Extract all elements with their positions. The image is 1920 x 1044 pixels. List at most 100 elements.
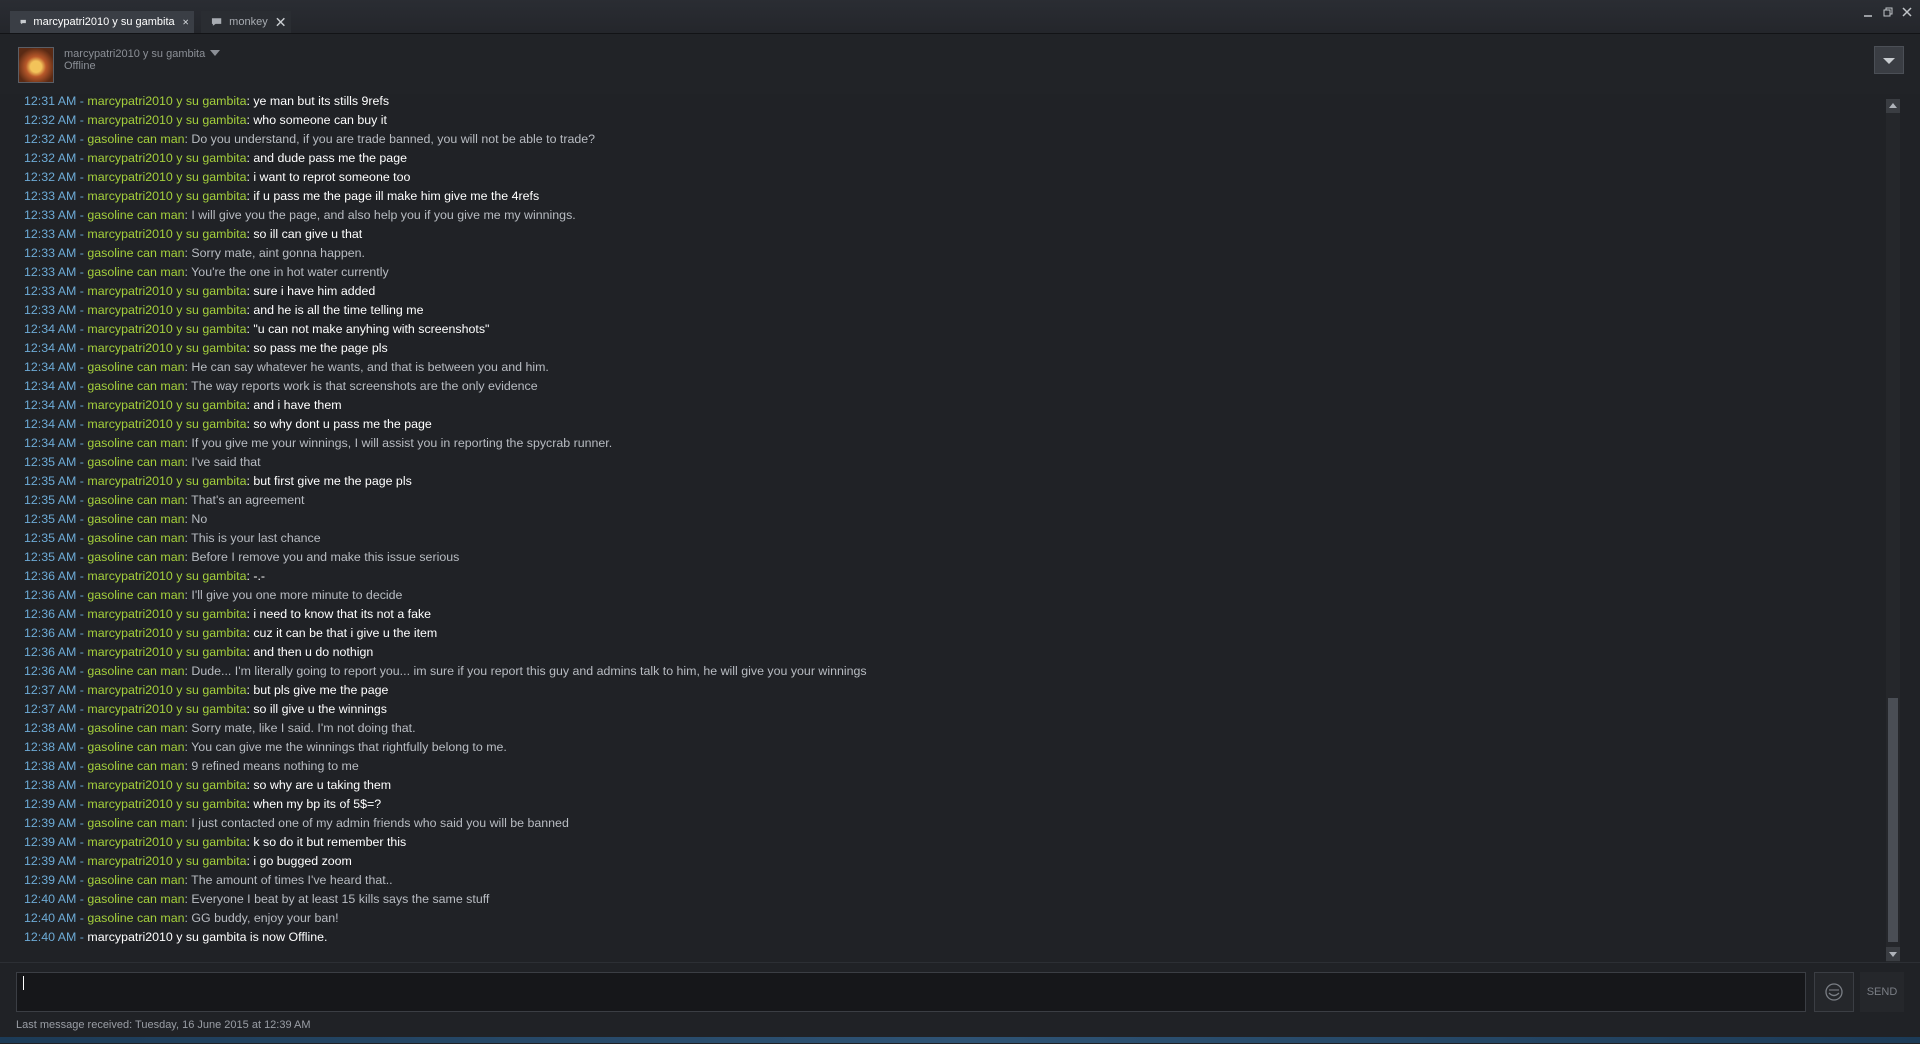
chat-message: 12:37 AM - marcypatri2010 y su gambita: …	[24, 681, 388, 700]
message-sender: marcypatri2010 y su gambita	[87, 189, 247, 203]
arrow-down-icon	[1889, 952, 1897, 957]
message-sender: gasoline can man	[87, 379, 185, 393]
message-text: That's an agreement	[191, 493, 305, 507]
timestamp-separator: -	[76, 208, 88, 222]
message-sender: gasoline can man	[87, 455, 185, 469]
message-timestamp: 12:36 AM	[24, 626, 77, 640]
chat-message: 12:34 AM - gasoline can man: He can say …	[24, 358, 549, 377]
message-sender: marcypatri2010 y su gambita	[87, 854, 247, 868]
close-tab-icon[interactable]	[276, 17, 285, 27]
message-timestamp: 12:33 AM	[24, 208, 77, 222]
message-text: I'll give you one more minute to decide	[191, 588, 403, 602]
message-sender: gasoline can man	[87, 436, 185, 450]
message-text: Dude... I'm literally going to report yo…	[191, 664, 867, 678]
message-timestamp: 12:33 AM	[24, 284, 77, 298]
message-timestamp: 12:33 AM	[24, 265, 77, 279]
send-button[interactable]: SEND	[1860, 972, 1904, 1012]
message-sender: gasoline can man	[87, 740, 185, 754]
last-message-received: Last message received: Tuesday, 16 June …	[16, 1019, 311, 1031]
chat-options-button[interactable]	[1874, 46, 1904, 74]
message-sender: marcypatri2010 y su gambita	[87, 645, 247, 659]
message-text: 9 refined means nothing to me	[191, 759, 359, 773]
tab-chat-marcypatri[interactable]: marcypatri2010 y su gambita	[10, 11, 194, 33]
message-text: Sorry mate, like I said. I'm not doing t…	[191, 721, 416, 735]
minimize-icon[interactable]	[1862, 6, 1874, 18]
timestamp-separator: -	[76, 835, 88, 849]
message-sender: marcypatri2010 y su gambita	[87, 113, 247, 127]
message-sender: gasoline can man	[87, 265, 185, 279]
message-text: and dude pass me the page	[253, 151, 407, 165]
close-tab-icon[interactable]	[182, 17, 188, 27]
chat-message: 12:33 AM - gasoline can man: You're the …	[24, 263, 389, 282]
chat-message: 12:34 AM - gasoline can man: The way rep…	[24, 377, 538, 396]
timestamp-separator: -	[76, 227, 88, 241]
message-timestamp: 12:35 AM	[24, 512, 77, 526]
message-timestamp: 12:33 AM	[24, 227, 77, 241]
message-timestamp: 12:33 AM	[24, 246, 77, 260]
text-caret	[23, 976, 24, 990]
close-window-icon[interactable]	[1901, 6, 1913, 18]
chevron-down-icon	[1883, 58, 1895, 64]
message-sender: marcypatri2010 y su gambita	[87, 417, 247, 431]
chat-message: 12:33 AM - marcypatri2010 y su gambita: …	[24, 301, 423, 320]
chat-message: 12:35 AM - gasoline can man: Before I re…	[24, 548, 459, 567]
message-timestamp: 12:32 AM	[24, 151, 77, 165]
chat-message: 12:34 AM - marcypatri2010 y su gambita: …	[24, 339, 388, 358]
chat-message: 12:33 AM - gasoline can man: Sorry mate,…	[24, 244, 365, 263]
emoticon-button[interactable]	[1814, 972, 1854, 1012]
timestamp-separator: -	[76, 303, 88, 317]
friend-name[interactable]: marcypatri2010 y su gambita	[64, 48, 205, 60]
message-text: "u can not make anyhing with screenshots…	[253, 322, 490, 336]
timestamp-separator: -	[76, 759, 88, 773]
message-sender: gasoline can man	[87, 493, 185, 507]
chat-message: 12:36 AM - marcypatri2010 y su gambita: …	[24, 567, 265, 586]
message-timestamp: 12:35 AM	[24, 474, 77, 488]
chat-message: 12:33 AM - gasoline can man: I will give…	[24, 206, 576, 225]
status-text: marcypatri2010 y su gambita is now Offli…	[87, 930, 328, 944]
message-text: so pass me the page pls	[253, 341, 388, 355]
message-text: I've said that	[191, 455, 261, 469]
timestamp-separator: -	[76, 360, 88, 374]
message-text: so ill give u the winnings	[253, 702, 387, 716]
message-text: but first give me the page pls	[253, 474, 412, 488]
chat-message: 12:32 AM - marcypatri2010 y su gambita: …	[24, 111, 387, 130]
message-sender: gasoline can man	[87, 816, 185, 830]
message-sender: gasoline can man	[87, 911, 185, 925]
timestamp-separator: -	[76, 246, 88, 260]
message-sender: gasoline can man	[87, 721, 185, 735]
chevron-down-icon[interactable]	[210, 50, 220, 56]
scroll-up-button[interactable]	[1886, 99, 1900, 113]
scroll-down-button[interactable]	[1886, 947, 1900, 961]
chat-message: 12:36 AM - marcypatri2010 y su gambita: …	[24, 605, 431, 624]
message-text: sure i have him added	[253, 284, 376, 298]
tab-chat-monkey[interactable]: monkey	[201, 11, 291, 33]
message-sender: marcypatri2010 y su gambita	[87, 398, 247, 412]
message-timestamp: 12:35 AM	[24, 531, 77, 545]
timestamp-separator: -	[76, 702, 88, 716]
message-sender: marcypatri2010 y su gambita	[87, 474, 247, 488]
scrollbar-thumb[interactable]	[1888, 698, 1898, 942]
message-sender: marcypatri2010 y su gambita	[87, 778, 247, 792]
chat-message: 12:34 AM - marcypatri2010 y su gambita: …	[24, 320, 489, 339]
message-text: The amount of times I've heard that..	[191, 873, 393, 887]
restore-icon[interactable]	[1882, 6, 1894, 18]
chat-message: 12:39 AM - gasoline can man: The amount …	[24, 871, 393, 890]
timestamp-separator: -	[76, 493, 88, 507]
message-timestamp: 12:38 AM	[24, 721, 77, 735]
message-text: I just contacted one of my admin friends…	[191, 816, 569, 830]
tab-bar: marcypatri2010 y su gambita monkey	[0, 0, 1920, 34]
timestamp-separator: -	[76, 797, 88, 811]
timestamp-separator: -	[76, 417, 88, 431]
status-message: 12:40 AM - marcypatri2010 y su gambita i…	[24, 928, 328, 947]
timestamp-separator: -	[76, 873, 88, 887]
message-input[interactable]	[16, 972, 1806, 1012]
avatar[interactable]	[18, 47, 54, 83]
timestamp-separator: -	[76, 778, 88, 792]
message-text: Everyone I beat by at least 15 kills say…	[191, 892, 490, 906]
timestamp-separator: -	[76, 664, 88, 678]
message-sender: gasoline can man	[87, 531, 185, 545]
timestamp-separator: -	[76, 569, 88, 583]
message-sender: marcypatri2010 y su gambita	[87, 683, 247, 697]
chat-message: 12:36 AM - gasoline can man: Dude... I'm…	[24, 662, 867, 681]
tab-label: monkey	[229, 16, 268, 28]
